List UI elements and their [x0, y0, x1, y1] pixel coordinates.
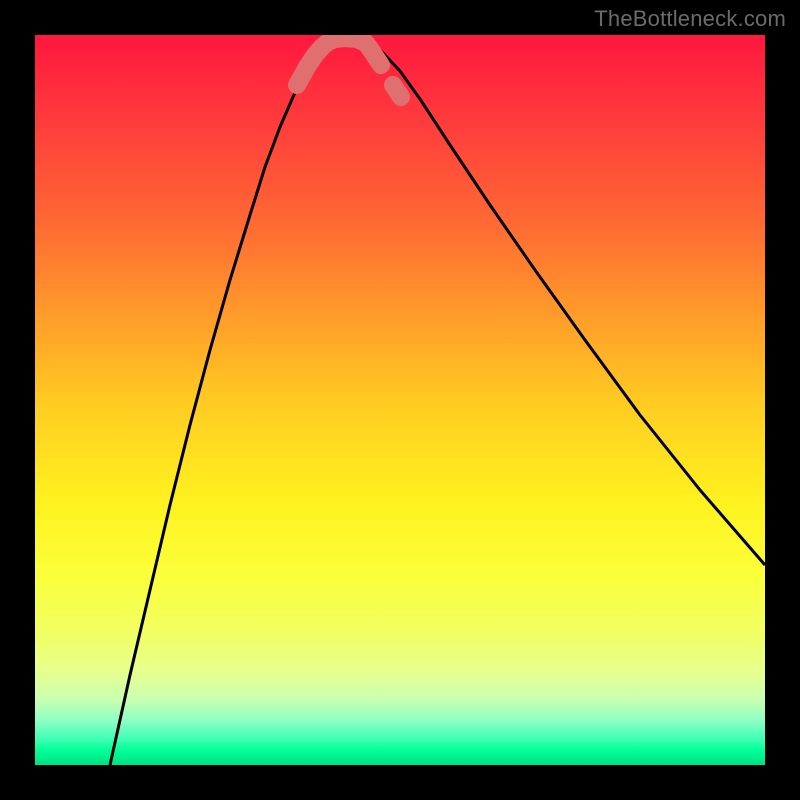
series-left-branch [110, 45, 325, 765]
curve-group [110, 38, 765, 765]
curve-layer [35, 35, 765, 765]
chart-frame: TheBottleneck.com [0, 0, 800, 800]
watermark-text: TheBottleneck.com [594, 6, 786, 32]
series-valley-marker [297, 38, 381, 85]
series-right-branch [375, 45, 765, 565]
series-valley-marker-dot [393, 85, 401, 97]
plot-area [35, 35, 765, 765]
